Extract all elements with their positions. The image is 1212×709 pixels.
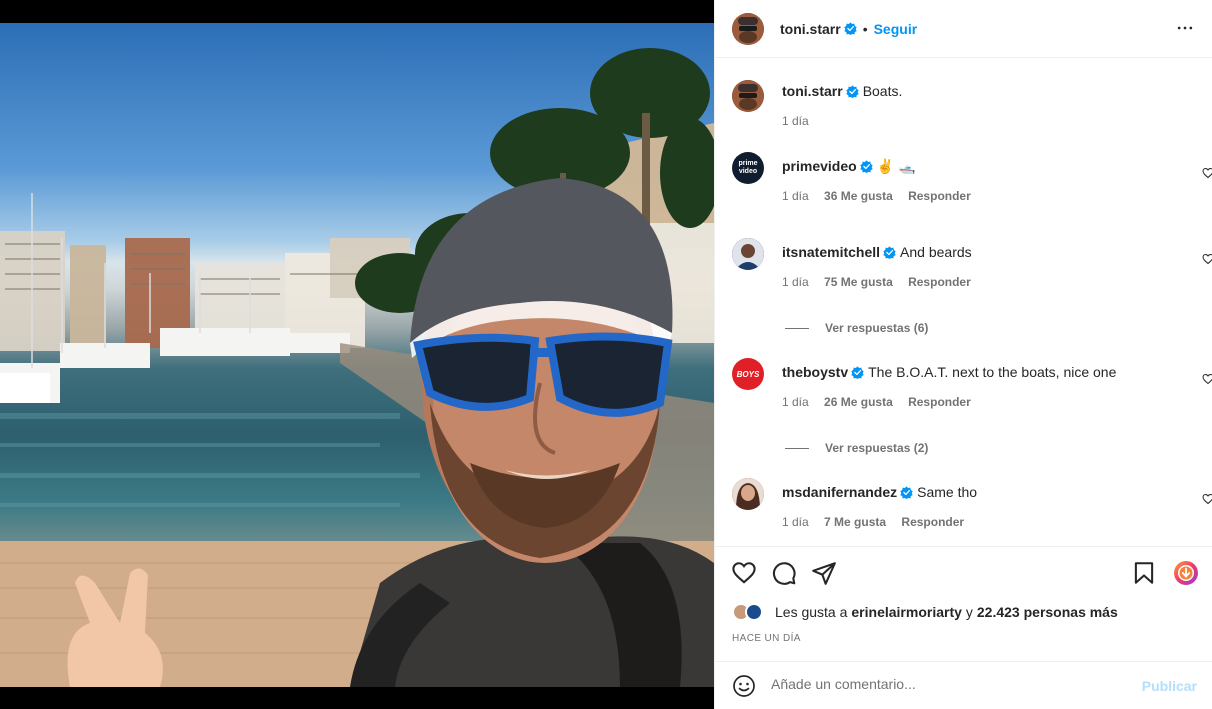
comment-text: Same tho [917,484,978,500]
comment-like-icon[interactable] [1202,167,1212,179]
comment-time: 1 día [782,275,809,289]
commenter-avatar[interactable] [732,238,764,270]
comment-like-icon[interactable] [1202,253,1212,265]
view-replies-button[interactable]: Ver respuestas (2) [785,441,928,455]
comment-icon[interactable] [771,560,797,586]
download-extension-icon[interactable] [1173,560,1199,586]
verified-badge-icon [860,160,873,173]
commenter-avatar[interactable]: prime video [732,152,764,184]
avatar-label: BOYS [736,369,760,379]
view-replies-button[interactable]: Ver respuestas (6) [785,321,928,335]
replies-divider [785,447,809,449]
caption-username[interactable]: toni.starr [782,83,843,99]
caption-time: 1 día [782,114,809,128]
add-comment-bar: Publicar [715,661,1212,709]
caption-text: Boats. [862,83,903,99]
comment-username[interactable]: primevideo [782,158,857,174]
author-avatar[interactable] [732,12,764,45]
reply-button[interactable]: Responder [908,189,971,203]
comment-time: 1 día [782,189,809,203]
likes-joiner: y [965,604,973,620]
comment-username[interactable]: theboystv [782,364,848,380]
comment-time: 1 día [782,515,809,529]
comment-likes[interactable]: 7 Me gusta [824,515,886,529]
header-separator: • [862,20,868,37]
verified-badge-icon [851,366,864,379]
comment-like-icon[interactable] [1202,373,1212,385]
commenter-avatar[interactable]: BOYS [732,358,764,390]
send-icon[interactable] [811,560,837,586]
post-image[interactable] [0,23,714,687]
view-replies-label: Ver respuestas (6) [825,321,929,335]
commenter-avatar[interactable] [732,478,764,510]
comment-username[interactable]: msdanifernandez [782,484,897,500]
reply-button[interactable]: Responder [908,275,971,289]
comment-text: ✌️ 🛥️ [876,158,916,174]
post-header: toni.starr • Seguir [715,0,1212,58]
likers-avatars [732,601,770,623]
liker-avatar [745,603,763,621]
comment-input[interactable] [771,676,1131,692]
post-time[interactable]: HACE UN DÍA [732,633,801,644]
emoji-icon[interactable] [732,674,756,698]
verified-badge-icon [844,22,857,35]
publish-button[interactable]: Publicar [1142,678,1197,694]
replies-divider [785,327,809,329]
likes-first-user[interactable]: erinelairmoriarty [851,604,962,620]
post-sidebar: toni.starr • Seguir toni.starr Boats. 1 … [714,0,1212,709]
reply-button[interactable]: Responder [908,395,971,409]
comment-text: And beards [900,244,972,260]
reply-button[interactable]: Responder [901,515,964,529]
likes-prefix: Les gusta a [775,604,848,620]
comments-list[interactable]: toni.starr Boats. 1 día prime video prime… [715,58,1212,546]
comment-text: The B.O.A.T. next to the boats, nice one [868,364,1117,380]
likes-others[interactable]: 22.423 personas más [977,604,1118,620]
verified-badge-icon [900,486,913,499]
avatar-label: prime video [738,160,758,175]
verified-badge-icon [883,246,896,259]
comment-time: 1 día [782,395,809,409]
bookmark-icon[interactable] [1131,560,1157,586]
comment-like-icon[interactable] [1202,493,1212,505]
follow-button[interactable]: Seguir [874,21,918,37]
author-avatar[interactable] [732,80,764,112]
likes-summary[interactable]: Les gusta a erinelairmoriarty y 22.423 p… [732,601,1118,623]
comment-likes[interactable]: 36 Me gusta [824,189,893,203]
comment-likes[interactable]: 75 Me gusta [824,275,893,289]
verified-badge-icon [846,85,859,98]
more-icon[interactable] [1175,18,1195,38]
heart-icon[interactable] [731,560,757,586]
comment-likes[interactable]: 26 Me gusta [824,395,893,409]
post-photo-area [0,0,714,709]
comment-username[interactable]: itsnatemitchell [782,244,880,260]
view-replies-label: Ver respuestas (2) [825,441,929,455]
author-username[interactable]: toni.starr [780,21,841,37]
post-actions: Les gusta a erinelairmoriarty y 22.423 p… [715,546,1212,658]
